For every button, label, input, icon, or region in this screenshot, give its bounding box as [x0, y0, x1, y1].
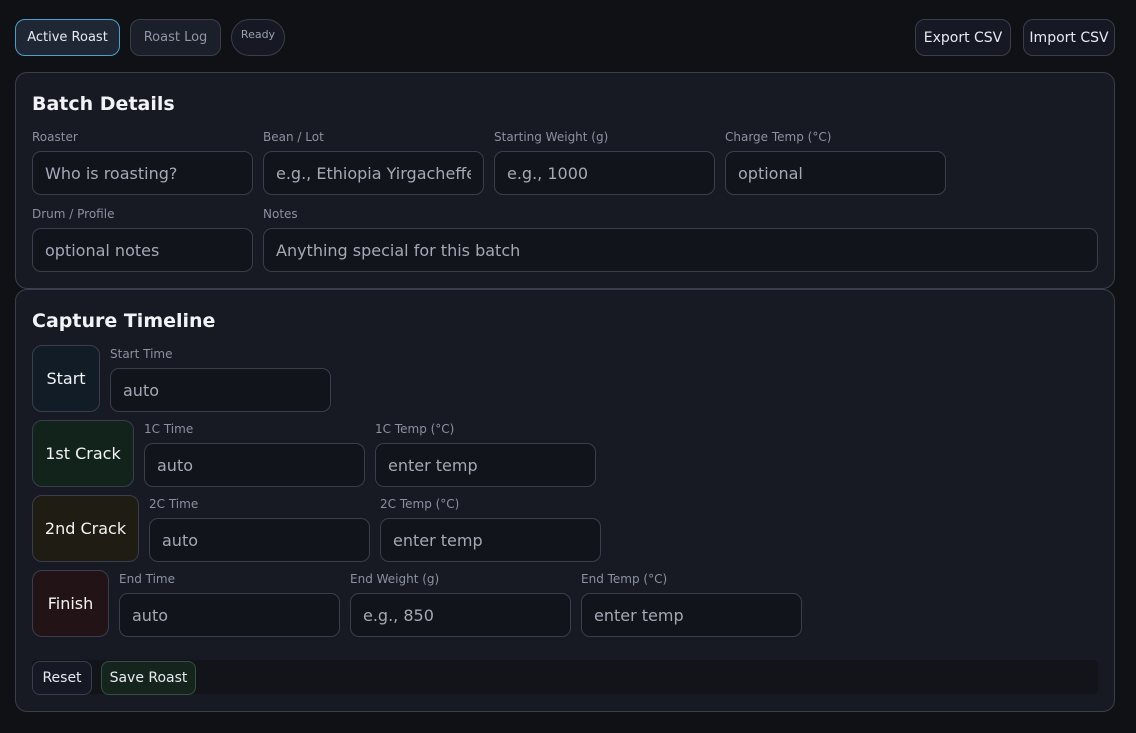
charge-temp-label: Charge Temp (°C) [725, 130, 832, 144]
notes-label: Notes [263, 207, 298, 221]
second-crack-time-input[interactable] [149, 518, 370, 562]
roaster-label: Roaster [32, 130, 78, 144]
first-crack-temp-input[interactable] [375, 443, 596, 487]
capture-timeline-title: Capture Timeline [32, 310, 216, 332]
batch-details-panel: Batch Details Roaster Bean / Lot Startin… [15, 72, 1115, 289]
first-crack-time-label: 1C Time [144, 422, 194, 436]
top-bar: Active Roast Roast Log Ready Export CSV … [0, 0, 1136, 72]
charge-temp-input[interactable] [725, 151, 946, 195]
end-time-label: End Time [119, 572, 175, 586]
starting-weight-label: Starting Weight (g) [494, 130, 609, 144]
capture-timeline-panel: Capture Timeline Start Start Time 1st Cr… [15, 289, 1115, 712]
starting-weight-input[interactable] [494, 151, 715, 195]
second-crack-temp-input[interactable] [380, 518, 601, 562]
export-csv-button[interactable]: Export CSV [915, 19, 1011, 56]
import-csv-button[interactable]: Import CSV [1023, 19, 1115, 56]
status-badge: Ready [231, 19, 285, 56]
second-crack-time-label: 2C Time [149, 497, 199, 511]
start-time-input[interactable] [110, 368, 331, 412]
start-time-label: Start Time [110, 347, 173, 361]
roaster-input[interactable] [32, 151, 253, 195]
first-crack-button[interactable]: 1st Crack [32, 420, 134, 487]
batch-details-title: Batch Details [32, 93, 175, 115]
second-crack-button[interactable]: 2nd Crack [32, 495, 139, 562]
end-temp-input[interactable] [581, 593, 802, 637]
save-roast-button[interactable]: Save Roast [101, 661, 196, 695]
notes-input[interactable] [263, 228, 1098, 272]
start-button[interactable]: Start [32, 345, 100, 412]
bean-lot-label: Bean / Lot [263, 130, 324, 144]
second-crack-temp-label: 2C Temp (°C) [380, 497, 460, 511]
tab-roast-log[interactable]: Roast Log [130, 19, 221, 56]
end-weight-label: End Weight (g) [350, 572, 440, 586]
end-time-input[interactable] [119, 593, 340, 637]
drum-profile-input[interactable] [32, 228, 253, 272]
tab-active-roast[interactable]: Active Roast [15, 19, 120, 56]
first-crack-temp-label: 1C Temp (°C) [375, 422, 455, 436]
end-temp-label: End Temp (°C) [581, 572, 668, 586]
reset-button[interactable]: Reset [32, 661, 92, 695]
first-crack-time-input[interactable] [144, 443, 365, 487]
finish-button[interactable]: Finish [32, 570, 109, 637]
end-weight-input[interactable] [350, 593, 571, 637]
bean-lot-input[interactable] [263, 151, 484, 195]
drum-profile-label: Drum / Profile [32, 207, 115, 221]
